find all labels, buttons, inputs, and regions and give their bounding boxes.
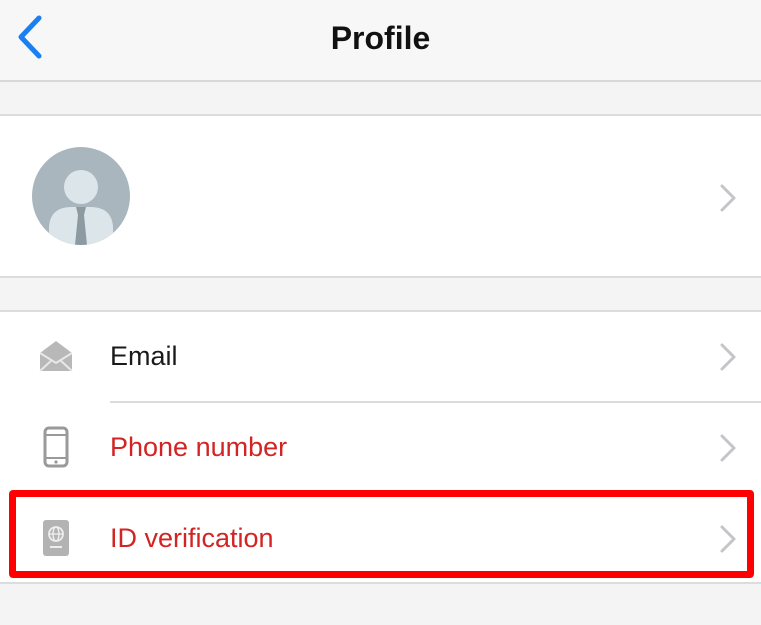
passport-icon [34, 516, 78, 560]
profile-name [160, 178, 440, 208]
chevron-right-icon [720, 343, 736, 371]
navigation-bar: Profile [0, 0, 761, 82]
list-item-label: Email [110, 340, 178, 371]
list-item-phone-number[interactable]: Phone number [0, 403, 761, 491]
mail-icon [34, 334, 78, 378]
chevron-right-icon [720, 434, 736, 462]
chevron-right-icon [720, 525, 736, 553]
page-title: Profile [330, 19, 431, 56]
list-item-label: Phone number [110, 431, 288, 462]
user-avatar-icon [49, 170, 113, 245]
list-item-label: ID verification [110, 522, 274, 553]
settings-list: Email Phone number ID verification [0, 310, 761, 584]
avatar [32, 147, 130, 245]
phone-icon [34, 425, 78, 469]
list-item-id-verification[interactable]: ID verification [0, 494, 761, 582]
profile-screen: Profile Email Phone number ID verificati… [0, 0, 761, 625]
list-item-email[interactable]: Email [0, 312, 761, 400]
chevron-right-icon [720, 184, 736, 212]
profile-row[interactable] [0, 114, 761, 278]
